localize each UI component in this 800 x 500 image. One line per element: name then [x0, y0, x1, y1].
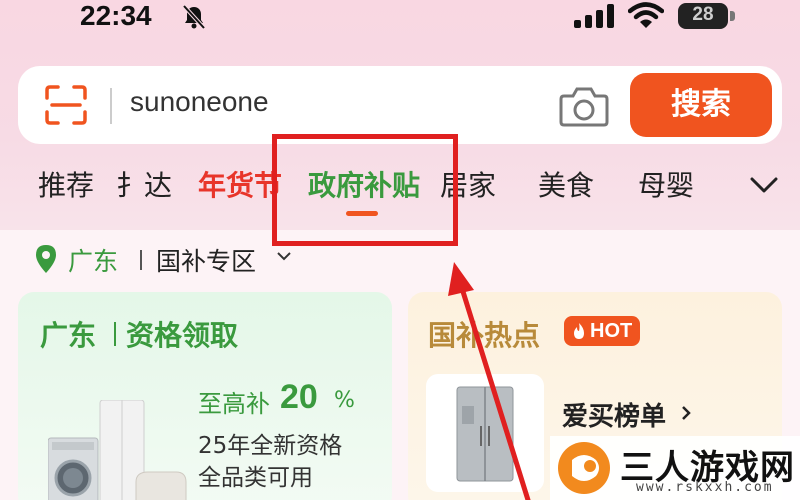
camera-icon[interactable] [558, 84, 610, 128]
search-bar[interactable]: sunoneone 搜索 [18, 66, 782, 144]
search-divider [110, 88, 112, 124]
tab-recommend[interactable]: 推荐 [38, 164, 94, 204]
location-zone: 国补专区 [156, 247, 257, 276]
location-divider [140, 250, 142, 270]
search-input[interactable]: sunoneone [130, 86, 269, 118]
tab-new-year-festival[interactable]: 年货节 [198, 164, 282, 204]
annotation-arrow-icon [448, 262, 531, 500]
location-city: 广东 [68, 247, 119, 276]
location-pin-icon [36, 245, 56, 273]
subsidy-unit: % [334, 388, 355, 413]
signal-icon [574, 4, 614, 28]
appliances-image [48, 400, 187, 500]
tab-mother-baby[interactable]: 母婴 [638, 164, 694, 204]
watermark-logo-icon [558, 442, 610, 494]
hot-badge: HOT [564, 316, 640, 346]
chevron-down-icon [277, 252, 291, 261]
subsidy-eligibility-card[interactable]: 广东 资格领取 至高补 20 % 25年全新资格 全品类可用 [18, 292, 392, 500]
chevron-right-icon [682, 406, 691, 420]
hot-badge-label: HOT [590, 320, 633, 342]
bell-muted-icon [182, 4, 206, 30]
eligibility-text: 25年全新资格 [198, 433, 343, 459]
battery-icon: 28 [678, 3, 736, 29]
scan-icon[interactable] [44, 84, 88, 126]
tab-food[interactable]: 美食 [538, 164, 594, 204]
chevron-down-icon[interactable] [748, 172, 780, 196]
ranking-link[interactable]: 爱买榜单 [562, 396, 666, 433]
subsidy-value: 20 [280, 378, 318, 416]
card-title: 资格领取 [126, 319, 239, 352]
search-button[interactable]: 搜索 [630, 73, 772, 137]
battery-level: 28 [692, 4, 714, 25]
highlight-box [272, 134, 458, 246]
status-bar: 22:34 28 [0, 0, 800, 34]
flame-icon [574, 323, 584, 339]
card-title-divider [114, 322, 116, 346]
status-time: 22:34 [80, 0, 152, 31]
watermark: 三人游戏网 www.rskxxh.com [550, 436, 800, 500]
watermark-url: www.rskxxh.com [636, 480, 774, 495]
card-city: 广东 [40, 319, 97, 352]
subsidy-prefix: 至高补 [198, 390, 270, 418]
tab-item-2[interactable]: 扌达 [116, 164, 172, 204]
category-text: 全品类可用 [198, 465, 313, 491]
wifi-icon [628, 2, 664, 28]
